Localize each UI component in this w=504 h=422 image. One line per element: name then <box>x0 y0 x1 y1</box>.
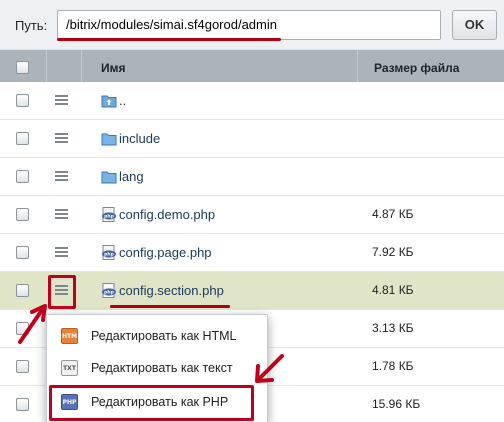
svg-text:php: php <box>104 214 114 220</box>
row-checkbox[interactable] <box>16 284 29 297</box>
svg-text:php: php <box>104 252 114 258</box>
edit-as-text-item[interactable]: TXT Редактировать как текст <box>47 353 267 383</box>
file-size: 7.92 КБ <box>372 245 414 259</box>
row-checkbox[interactable] <box>16 94 29 107</box>
php-item-annotation-box <box>49 385 254 421</box>
file-name[interactable]: config.demo.php <box>119 207 215 222</box>
row-checkbox[interactable] <box>16 132 29 145</box>
row-checkbox[interactable] <box>16 246 29 259</box>
path-bar: Путь: /bitrix/modules/simai.sf4gorod/adm… <box>0 0 504 50</box>
row-menu-icon[interactable] <box>55 171 68 182</box>
path-input[interactable]: /bitrix/modules/simai.sf4gorod/admin <box>57 10 441 40</box>
file-size: 4.87 КБ <box>372 207 414 221</box>
filename-annotation-underline <box>110 305 230 308</box>
ok-button[interactable]: OK <box>452 10 497 40</box>
file-size: 15.96 КБ <box>372 397 421 411</box>
file-name[interactable]: .. <box>119 93 126 108</box>
table-row[interactable]: php config.page.php 7.92 КБ <box>0 234 504 272</box>
row-checkbox[interactable] <box>16 170 29 183</box>
folder-icon <box>101 169 117 184</box>
row-menu-icon[interactable] <box>55 247 68 258</box>
file-name[interactable]: config.section.php <box>119 283 224 298</box>
svg-text:php: php <box>104 290 114 296</box>
html-file-icon: HTM <box>61 328 78 344</box>
row-checkbox[interactable] <box>16 208 29 221</box>
menu-icon-annotation-box <box>48 275 76 309</box>
file-name[interactable]: config.page.php <box>119 245 212 260</box>
table-header: Имя Размер файла <box>0 50 504 85</box>
menu-item-label: Редактировать как текст <box>91 361 233 375</box>
table-row[interactable]: include <box>0 120 504 158</box>
select-all-column <box>0 50 47 85</box>
name-column-label: Имя <box>101 61 126 75</box>
file-name[interactable]: include <box>119 131 160 146</box>
row-checkbox[interactable] <box>16 360 29 373</box>
row-menu-icon[interactable] <box>55 95 68 106</box>
menu-item-label: Редактировать как HTML <box>91 329 237 343</box>
name-column-header[interactable]: Имя <box>82 50 358 85</box>
php-file-icon: php <box>101 283 117 298</box>
folder-up-icon <box>101 93 117 108</box>
file-name[interactable]: lang <box>119 169 144 184</box>
row-menu-icon[interactable] <box>55 133 68 144</box>
file-size: 1.78 КБ <box>372 359 414 373</box>
size-column-header[interactable]: Размер файла <box>358 50 504 85</box>
table-row[interactable]: php config.demo.php 4.87 КБ <box>0 196 504 234</box>
menu-column-header <box>47 50 82 85</box>
row-checkbox[interactable] <box>16 398 29 411</box>
php-file-icon: php <box>101 245 117 260</box>
php-file-icon: php <box>101 207 117 222</box>
select-all-checkbox[interactable] <box>16 61 29 74</box>
path-label: Путь: <box>15 18 48 33</box>
annotation-arrow-icon <box>255 354 284 383</box>
table-row[interactable]: lang <box>0 158 504 196</box>
file-size: 3.13 КБ <box>372 321 414 335</box>
folder-icon <box>101 131 117 146</box>
row-menu-icon[interactable] <box>55 209 68 220</box>
path-annotation-underline <box>57 38 281 41</box>
context-menu: HTM Редактировать как HTML TXT Редактиро… <box>46 314 268 422</box>
txt-file-icon: TXT <box>61 360 78 376</box>
table-row[interactable]: .. <box>0 82 504 120</box>
file-size: 4.81 КБ <box>372 283 414 297</box>
annotation-arrow-icon <box>18 304 47 344</box>
edit-as-html-item[interactable]: HTM Редактировать как HTML <box>47 321 267 351</box>
size-column-label: Размер файла <box>374 61 460 75</box>
